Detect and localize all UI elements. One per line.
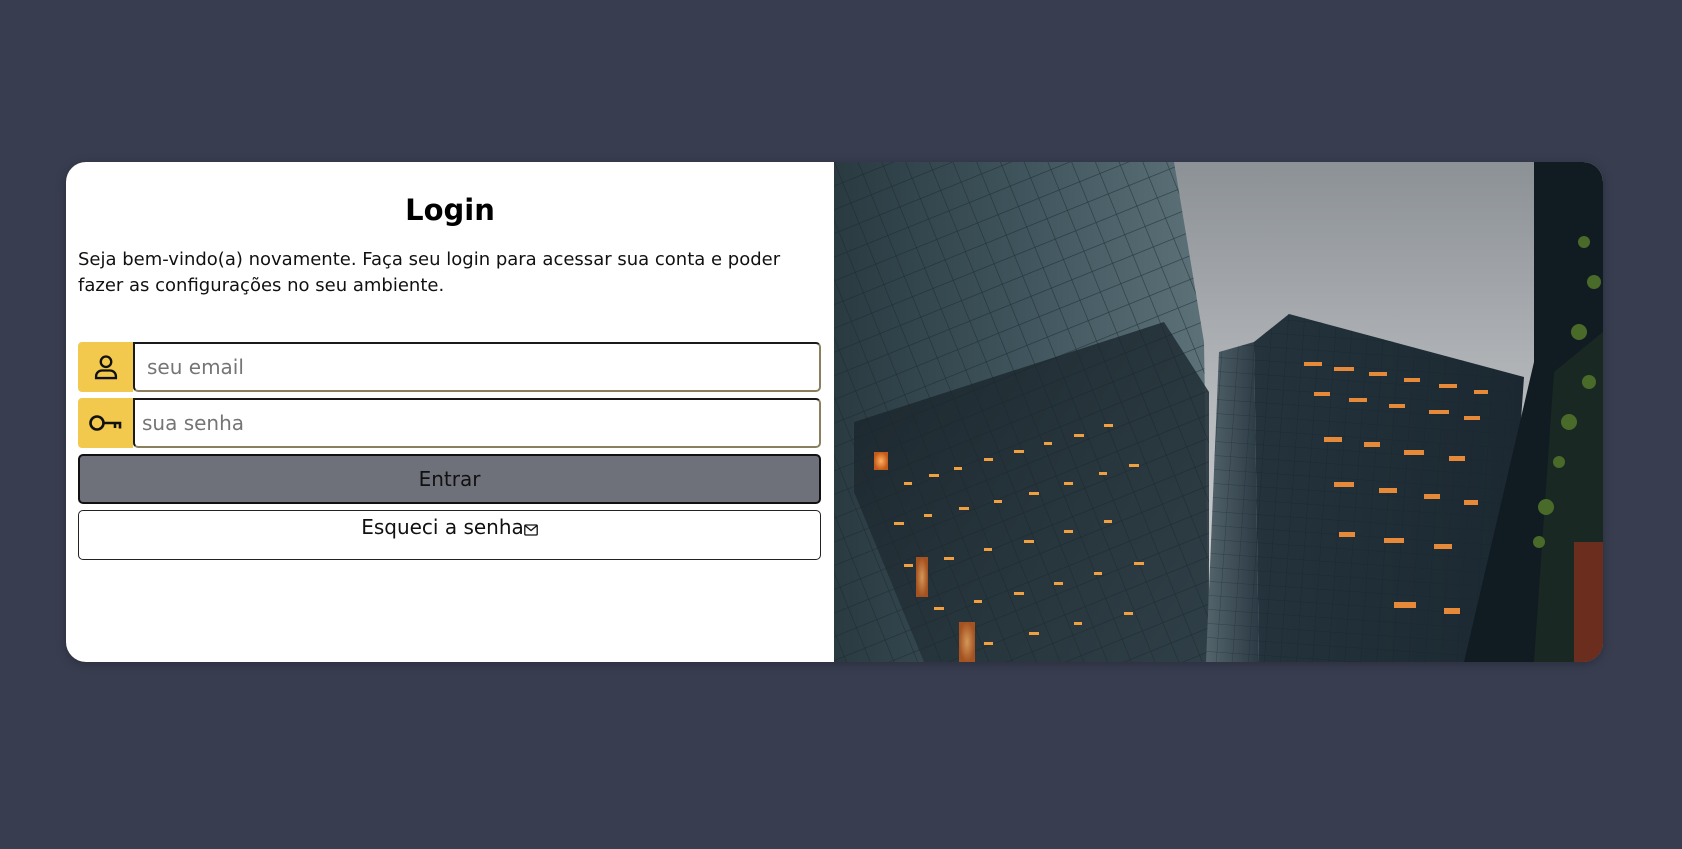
- hero-image: [834, 162, 1603, 662]
- forgot-password-label: Esqueci a senha: [361, 515, 524, 539]
- login-form: Entrar Esqueci a senha: [78, 342, 822, 560]
- submit-button[interactable]: Entrar: [78, 454, 821, 504]
- login-panel: Login Seja bem-vindo(a) novamente. Faça …: [66, 162, 834, 662]
- user-icon: [78, 342, 133, 392]
- forgot-password-button[interactable]: Esqueci a senha: [78, 510, 821, 560]
- page-title: Login: [405, 193, 495, 227]
- email-input-group: [78, 342, 821, 392]
- mail-icon: [523, 518, 538, 540]
- password-field[interactable]: [133, 398, 821, 448]
- email-field[interactable]: [133, 342, 821, 392]
- key-icon: [78, 398, 133, 448]
- welcome-text: Seja bem-vindo(a) novamente. Faça seu lo…: [78, 249, 781, 296]
- buildings-photo: [834, 162, 1603, 662]
- login-card: Login Seja bem-vindo(a) novamente. Faça …: [66, 162, 1603, 662]
- password-input-group: [78, 398, 821, 448]
